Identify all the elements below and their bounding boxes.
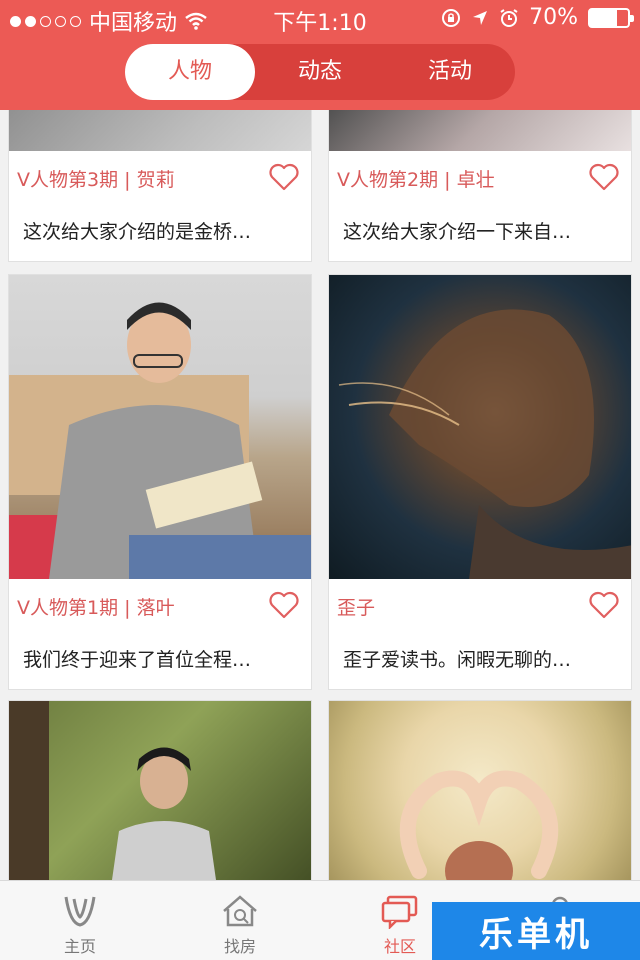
card-item[interactable] — [328, 700, 632, 880]
house-search-icon — [223, 895, 257, 927]
location-icon — [473, 10, 488, 25]
card-photo[interactable] — [329, 275, 631, 579]
header: 中国移动 下午1:10 70% 人物 动态 活动 — [0, 0, 640, 110]
segment-tabs: 人物 动态 活动 — [125, 44, 515, 100]
nav-home[interactable]: 主页 — [25, 881, 135, 960]
battery-icon — [588, 7, 634, 28]
card-item[interactable] — [8, 700, 312, 880]
nav-find-room[interactable]: 找房 — [185, 881, 295, 960]
card-item[interactable]: V人物第3期 | 贺莉 这次给大家介绍的是金桥… — [8, 110, 312, 262]
chat-bubbles-icon — [381, 895, 418, 929]
card-item[interactable]: V人物第2期 | 卓壮 这次给大家介绍一下来自… — [328, 110, 632, 262]
nav-find-room-label: 找房 — [223, 937, 256, 956]
card-photo[interactable] — [329, 701, 631, 880]
tab-people[interactable]: 人物 — [125, 44, 255, 100]
card-photo[interactable] — [9, 110, 311, 151]
heart-icon[interactable] — [589, 163, 619, 191]
card-title: V人物第1期 | 落叶 — [17, 597, 175, 619]
card-photo[interactable] — [9, 275, 311, 579]
battery-percent: 70% — [529, 5, 578, 30]
card-title: V人物第3期 | 贺莉 — [17, 169, 175, 191]
watermark-logo: 乐单机 — [432, 902, 640, 960]
status-bar: 中国移动 下午1:10 70% — [0, 0, 640, 36]
card-item[interactable]: 歪子 歪子爱读书。闲暇无聊的… — [328, 274, 632, 690]
rotation-lock-icon — [442, 8, 461, 27]
heart-icon[interactable] — [269, 163, 299, 191]
forest-person-photo — [9, 701, 216, 880]
card-title: 歪子 — [337, 597, 376, 619]
tab-updates[interactable]: 动态 — [255, 44, 385, 100]
heart-hands-photo — [399, 770, 559, 880]
card-grid: V人物第3期 | 贺莉 这次给大家介绍的是金桥… V人物第2期 | 卓壮 这次给… — [0, 110, 640, 880]
heart-icon[interactable] — [269, 591, 299, 619]
card-description: 这次给大家介绍一下来自… — [343, 221, 572, 243]
card-description: 歪子爱读书。闲暇无聊的… — [343, 649, 572, 671]
card-photo[interactable] — [9, 701, 311, 880]
person-reading-photo — [9, 302, 311, 579]
alarm-icon — [500, 8, 518, 27]
wind-hair-photo — [338, 309, 631, 579]
card-description: 这次给大家介绍的是金桥… — [23, 221, 252, 243]
card-title: V人物第2期 | 卓壮 — [337, 169, 495, 191]
heart-icon[interactable] — [589, 591, 619, 619]
tab-events[interactable]: 活动 — [385, 44, 515, 100]
v-logo-icon — [64, 896, 96, 927]
card-description: 我们终于迎来了首位全程… — [23, 649, 252, 671]
nav-home-label: 主页 — [63, 937, 96, 956]
card-photo[interactable] — [329, 110, 631, 151]
card-item[interactable]: V人物第1期 | 落叶 我们终于迎来了首位全程… — [8, 274, 312, 690]
